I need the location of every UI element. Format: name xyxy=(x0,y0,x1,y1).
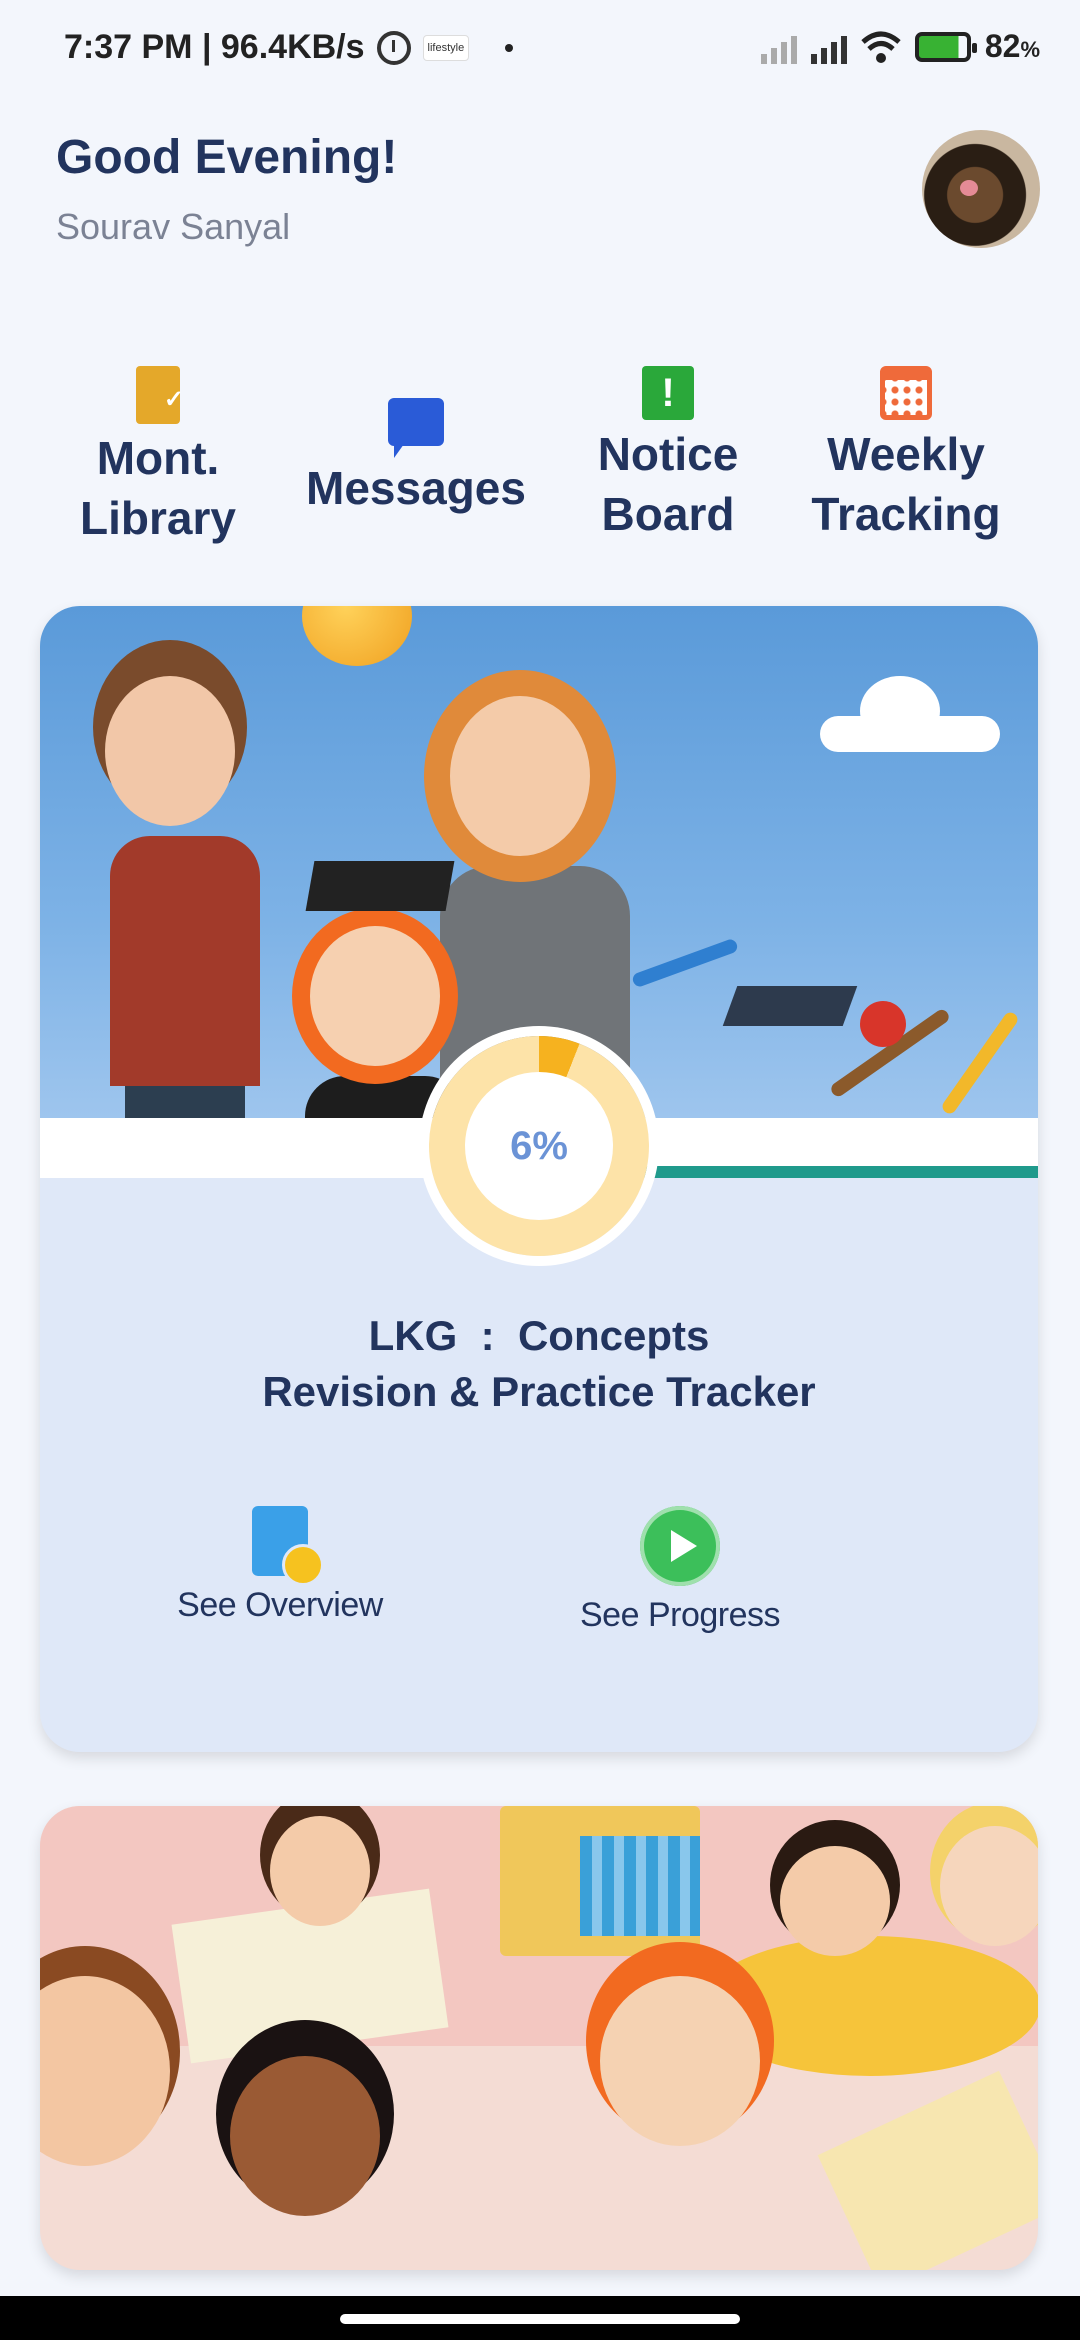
child-illustration xyxy=(230,2056,380,2216)
planet-illustration xyxy=(302,606,412,666)
greeting-title: Good Evening! xyxy=(56,131,398,184)
status-right: 82% xyxy=(760,28,1040,65)
lifestyle-notification-icon: lifestyle xyxy=(422,34,470,61)
cloud-illustration xyxy=(860,676,940,746)
mother-illustration xyxy=(450,696,590,856)
book-spine-illustration xyxy=(600,1166,1038,1178)
shortcut-label: Messages xyxy=(306,462,526,514)
home-gesture-handle[interactable] xyxy=(340,2314,740,2324)
shortcut-label: Library xyxy=(80,492,236,544)
shortcut-label: Mont. xyxy=(96,432,220,484)
profile-avatar[interactable] xyxy=(922,130,1040,248)
alarm-icon xyxy=(376,30,411,65)
see-progress-button[interactable]: See Progress xyxy=(530,1506,830,1635)
shortcut-mont-library[interactable]: Mont. Library xyxy=(50,366,266,548)
document-search-icon xyxy=(252,1506,324,1586)
shortcut-notice-board[interactable]: ! Notice Board xyxy=(568,366,768,544)
books-illustration xyxy=(580,1836,700,1936)
father-illustration xyxy=(110,836,260,1086)
status-bar: 7:37 PM | 96.4KB/s lifestyle 82% xyxy=(0,0,1080,100)
child-illustration xyxy=(270,1816,370,1926)
progress-percent: 6% xyxy=(465,1072,613,1220)
letter-tiles-illustration xyxy=(817,2070,1038,2270)
classroom-card[interactable] xyxy=(40,1806,1038,2270)
see-overview-label: See Overview xyxy=(177,1586,383,1624)
signal-sim2-icon xyxy=(760,30,797,64)
status-left: 7:37 PM | 96.4KB/s lifestyle xyxy=(64,28,514,67)
shortcut-label: Board xyxy=(601,488,735,540)
course-title-line1: LKG : Concepts xyxy=(368,1312,710,1359)
shortcut-weekly-tracking[interactable]: Weekly Tracking xyxy=(796,366,1016,544)
battery-percent: 82% xyxy=(984,28,1040,64)
signal-sim1-icon xyxy=(810,30,847,64)
see-overview-button[interactable]: See Overview xyxy=(130,1506,430,1625)
time-network-speed: 7:37 PM | 96.4KB/s xyxy=(64,28,365,66)
graduation-cap-illustration xyxy=(305,861,455,911)
notice-icon: ! xyxy=(642,366,694,420)
shortcut-label: Tracking xyxy=(811,488,1001,540)
wifi-icon xyxy=(861,31,901,63)
pencil-illustration xyxy=(939,1009,1021,1117)
shortcut-label: Notice xyxy=(597,428,739,480)
course-title-line2: Revision & Practice Tracker xyxy=(262,1368,816,1415)
battery-icon xyxy=(914,31,977,62)
child-illustration xyxy=(600,1976,760,2146)
course-tracker-card[interactable]: 6% LKG : Concepts Revision & Practice Tr… xyxy=(40,606,1038,1752)
graduation-cap-illustration xyxy=(722,986,858,1026)
more-notifications-dot-icon xyxy=(505,43,514,52)
shortcut-bar: Mont. Library Messages ! Notice Board We… xyxy=(0,360,1080,560)
message-icon xyxy=(388,398,444,458)
course-title: LKG : Concepts Revision & Practice Track… xyxy=(40,1308,1038,1420)
apple-illustration xyxy=(860,1001,906,1047)
shortcut-messages[interactable]: Messages xyxy=(296,398,536,518)
child-illustration xyxy=(780,1846,890,1956)
see-progress-label: See Progress xyxy=(580,1596,781,1634)
calendar-icon xyxy=(880,366,932,420)
pencil-illustration xyxy=(630,937,740,989)
shortcut-label: Weekly xyxy=(827,428,985,480)
play-icon xyxy=(640,1506,720,1586)
user-name: Sourav Sanyal xyxy=(56,206,291,247)
library-icon xyxy=(136,366,184,430)
graduate-child-illustration xyxy=(310,926,440,1066)
progress-ring: 6% xyxy=(429,1036,649,1256)
father-illustration xyxy=(105,676,235,826)
